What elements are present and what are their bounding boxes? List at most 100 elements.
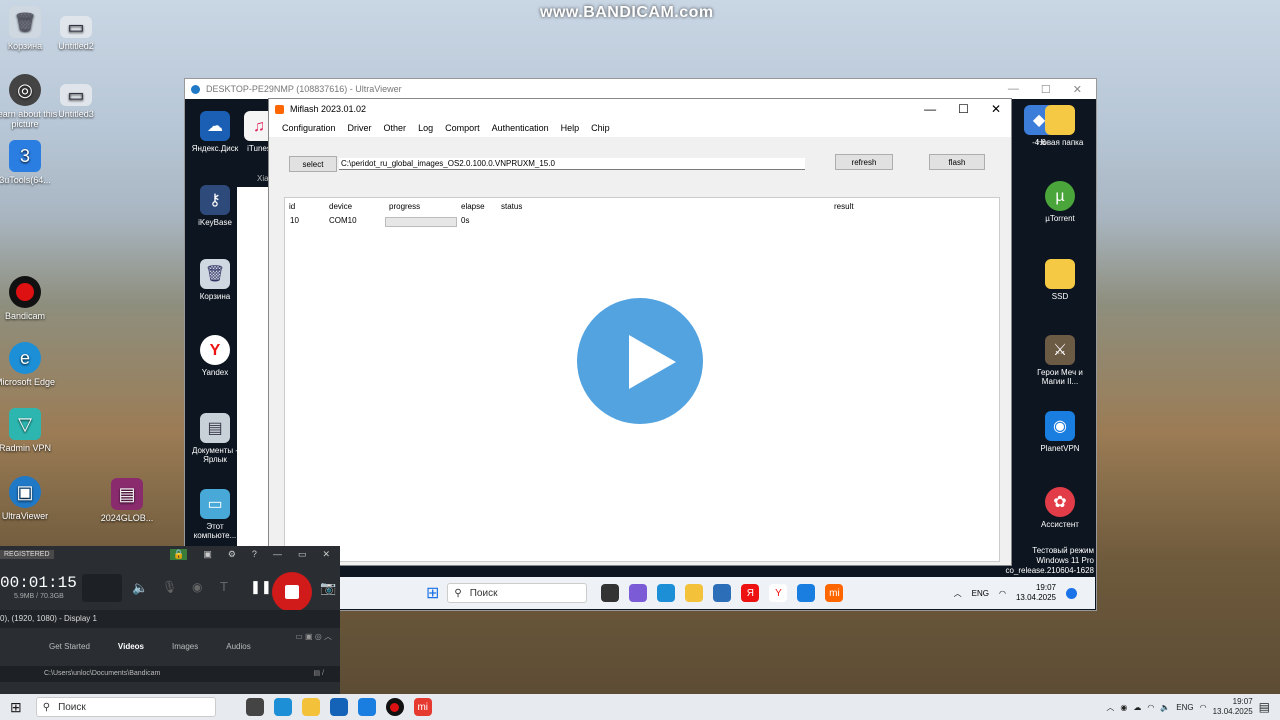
remote-icon-recycle-bin[interactable]: 🗑 Корзина xyxy=(185,259,245,301)
bandicam-panel[interactable]: REGISTERED 🔒 ▣ ⚙ ? — ▭ ✕ 00:01:15 5.9MB … xyxy=(0,546,340,694)
remote-icon-new-folder[interactable]: Новая папка xyxy=(1030,105,1090,147)
explorer-icon[interactable] xyxy=(685,584,704,602)
menu-chip[interactable]: Chip xyxy=(591,123,610,133)
minimize-icon[interactable]: — xyxy=(1008,83,1019,96)
minimize-icon[interactable]: — xyxy=(273,549,282,560)
menu-other[interactable]: Other xyxy=(384,123,407,133)
menu-help[interactable]: Help xyxy=(561,123,580,133)
close-icon[interactable]: ✕ xyxy=(991,102,1001,116)
column-header-result: result xyxy=(834,202,854,211)
webcam-icon[interactable] xyxy=(82,574,122,602)
explorer-icon[interactable] xyxy=(301,698,320,716)
record-icon xyxy=(9,276,41,308)
notification-icon[interactable]: ▤ xyxy=(1259,700,1270,714)
mouse-icon[interactable]: ◉ xyxy=(192,580,202,594)
outlook-icon[interactable] xyxy=(329,698,348,716)
desktop-icon-winrar[interactable]: ▤ 2024GLOB... xyxy=(92,478,162,523)
desktop-icon-bandicam[interactable]: Bandicam xyxy=(0,276,60,321)
remote-icon-this-pc[interactable]: ▭ Этот компьюте... xyxy=(185,489,245,540)
tab-audios[interactable]: Audios xyxy=(226,642,250,651)
tab-images[interactable]: Images xyxy=(172,642,198,651)
ultraviewer-task-icon[interactable] xyxy=(797,584,816,602)
remote-clock[interactable]: 19:07 13.04.2025 xyxy=(1016,583,1056,603)
task-view-icon[interactable] xyxy=(245,698,264,716)
speaker-icon[interactable]: 🔈 xyxy=(132,580,148,596)
open-folder-icon[interactable]: ▤ / xyxy=(313,666,324,682)
wifi-icon[interactable]: ◠ xyxy=(999,589,1006,598)
play-button[interactable] xyxy=(568,289,712,433)
network-icon[interactable]: ◉ xyxy=(1120,703,1127,712)
close-icon[interactable]: ✕ xyxy=(322,549,330,560)
refresh-button[interactable]: refresh xyxy=(835,154,893,170)
remote-icon-yandex[interactable]: Y Yandex xyxy=(185,335,245,377)
pause-icon[interactable]: ❚❚ xyxy=(250,579,272,595)
wifi-icon[interactable]: ◠ xyxy=(1147,703,1154,712)
host-search-box[interactable]: ⚲ Поиск xyxy=(35,697,216,717)
remote-icon-ikeybase[interactable]: ⚷ iKeyBase xyxy=(185,185,245,227)
onedrive-icon[interactable]: ☁ xyxy=(1133,703,1141,712)
folder-icon xyxy=(1045,105,1075,135)
edge-icon[interactable] xyxy=(657,584,676,602)
yandex-icon[interactable]: Я xyxy=(741,584,760,602)
windows-start-icon[interactable]: ⊞ xyxy=(426,583,439,603)
tab-videos[interactable]: Videos xyxy=(118,642,144,651)
folder-icon[interactable]: ▣ xyxy=(203,549,212,560)
minimize-icon[interactable]: — xyxy=(924,102,936,116)
recording-timer: 00:01:15 xyxy=(0,574,77,592)
ultraviewer-titlebar[interactable]: DESKTOP-PE29NMP (108837616) - UltraViewe… xyxy=(185,79,1096,99)
desktop-icon-radmin[interactable]: ▽ Radmin VPN xyxy=(0,408,60,453)
mic-icon[interactable]: 🎙 xyxy=(162,580,177,594)
lock-icon[interactable]: 🔒 xyxy=(170,548,188,560)
remote-icon-utorrent[interactable]: µ µTorrent xyxy=(1030,181,1090,223)
chevron-up-icon[interactable]: ︿ xyxy=(954,588,962,599)
flash-button[interactable]: flash xyxy=(929,154,985,170)
remote-icon-heroes[interactable]: ⚔ Герои Меч и Магии II... xyxy=(1030,335,1090,386)
edge-icon[interactable] xyxy=(273,698,292,716)
remote-lang[interactable]: ENG xyxy=(972,589,989,598)
wifi-icon[interactable]: ◠ xyxy=(1200,703,1207,712)
stop-record-button[interactable] xyxy=(272,572,312,612)
miflash-task-icon[interactable]: mi xyxy=(825,584,844,602)
remote-search-box[interactable]: ⚲ Поиск xyxy=(447,583,588,603)
desktop-icon-3utools[interactable]: 3 3uTools(64... xyxy=(0,140,60,185)
task-view-icon[interactable] xyxy=(601,584,620,602)
chevron-up-icon[interactable]: ︿ xyxy=(1106,702,1114,713)
host-clock[interactable]: 19:07 13.04.2025 xyxy=(1213,697,1253,717)
tab-get-started[interactable]: Get Started xyxy=(49,642,90,651)
desktop-icon-ultraviewer[interactable]: ▣ UltraViewer xyxy=(0,476,60,521)
close-icon[interactable]: ✕ xyxy=(1073,83,1082,96)
output-folder-path[interactable]: C:\Users\unloc\Documents\Bandicam ▤ / xyxy=(0,666,340,682)
menu-configuration[interactable]: Configuration xyxy=(282,123,336,133)
yandex-browser-icon[interactable]: Y xyxy=(769,584,788,602)
miflash-task-icon[interactable]: mi xyxy=(413,698,432,716)
store-icon[interactable] xyxy=(713,584,732,602)
select-button[interactable]: select xyxy=(289,156,337,172)
desktop-icon-untitled2[interactable]: ▭ Untitled2 xyxy=(41,16,111,51)
menu-comport[interactable]: Comport xyxy=(445,123,480,133)
restore-icon[interactable]: ▭ xyxy=(298,549,307,560)
menu-authentication[interactable]: Authentication xyxy=(492,123,549,133)
remote-icon-planetvpn[interactable]: ◉ PlanetVPN xyxy=(1030,411,1090,453)
maximize-icon[interactable]: ☐ xyxy=(1041,83,1051,96)
speaker-icon[interactable]: 🔈 xyxy=(1160,703,1170,712)
remote-icon-assistant[interactable]: ✿ Ассистент xyxy=(1030,487,1090,529)
host-lang[interactable]: ENG xyxy=(1176,703,1193,712)
text-icon[interactable]: T xyxy=(220,579,228,594)
gear-icon[interactable]: ⚙ xyxy=(228,549,236,560)
remote-icon-documents[interactable]: ▤ Документы - Ярлык xyxy=(185,413,245,464)
chat-icon[interactable] xyxy=(629,584,648,602)
windows-start-icon[interactable]: ⊞ xyxy=(10,699,22,716)
rom-path-field[interactable]: C:\peridot_ru_global_images_OS2.0.100.0.… xyxy=(339,158,805,170)
help-icon[interactable]: ? xyxy=(252,549,257,560)
menu-log[interactable]: Log xyxy=(418,123,433,133)
remote-icon-ssd[interactable]: SSD xyxy=(1030,259,1090,301)
miflash-titlebar[interactable]: Miflash 2023.01.02 — ☐ ✕ xyxy=(269,99,1011,119)
maximize-icon[interactable]: ☐ xyxy=(958,102,969,116)
menu-driver[interactable]: Driver xyxy=(348,123,372,133)
bandicam-task-icon[interactable] xyxy=(385,698,404,716)
desktop-icon-untitled3[interactable]: ▭ Untitled3 xyxy=(41,84,111,119)
screenshot-icon[interactable]: 📷 xyxy=(320,580,336,596)
notification-badge[interactable] xyxy=(1066,587,1077,599)
desktop-icon-edge[interactable]: e Microsoft Edge xyxy=(0,342,60,387)
ultraviewer-task-icon[interactable] xyxy=(357,698,376,716)
